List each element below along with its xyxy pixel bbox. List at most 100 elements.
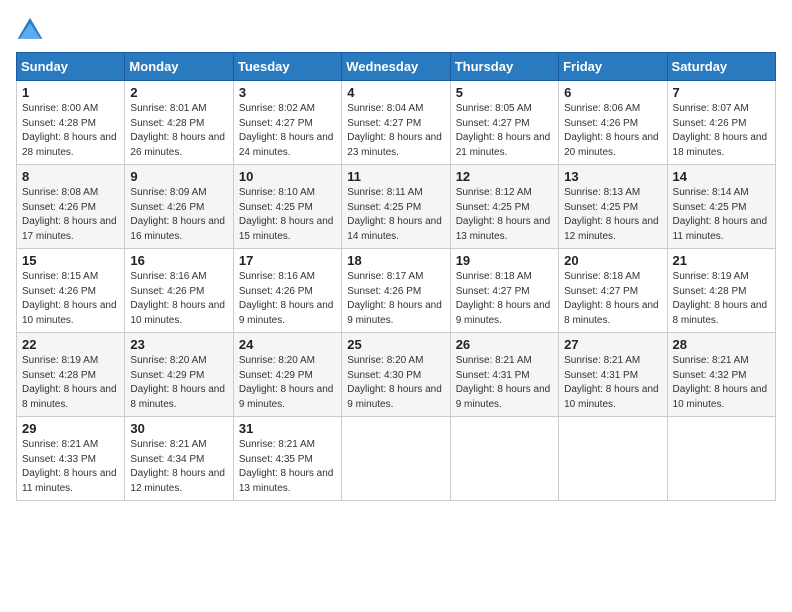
calendar-cell: 17Sunrise: 8:16 AMSunset: 4:26 PMDayligh… bbox=[233, 249, 341, 333]
calendar-header-wednesday: Wednesday bbox=[342, 53, 450, 81]
logo-icon bbox=[16, 16, 44, 44]
calendar-cell: 22 Sunrise: 8:19 AMSunset: 4:28 PMDayligh… bbox=[17, 333, 125, 417]
calendar-cell: 9 Sunrise: 8:09 AMSunset: 4:26 PMDaylight… bbox=[125, 165, 233, 249]
day-number: 22 bbox=[22, 337, 119, 352]
day-info: Sunrise: 8:15 AMSunset: 4:26 PMDaylight:… bbox=[22, 270, 119, 328]
calendar-cell: 12 Sunrise: 8:12 AMSunset: 4:25 PMDayligh… bbox=[450, 165, 558, 249]
day-info: Sunrise: 8:02 AMSunset: 4:27 PMDaylight:… bbox=[239, 102, 336, 160]
day-number: 24 bbox=[239, 337, 336, 352]
calendar-header-row: SundayMondayTuesdayWednesdayThursdayFrid… bbox=[17, 53, 776, 81]
calendar-week-row: 15 Sunrise: 8:15 AMSunset: 4:26 PMDayligh… bbox=[17, 249, 776, 333]
day-number: 18 bbox=[347, 253, 444, 268]
calendar-cell: 18 Sunrise: 8:17 AMSunset: 4:26 PMDayligh… bbox=[342, 249, 450, 333]
calendar-header-saturday: Saturday bbox=[667, 53, 775, 81]
day-number: 19 bbox=[456, 253, 553, 268]
calendar-cell bbox=[342, 417, 450, 501]
day-info: Sunrise: 8:18 AMSunset: 4:27 PMDaylight:… bbox=[564, 270, 661, 328]
day-number: 11 bbox=[347, 169, 444, 184]
day-info: Sunrise: 8:01 AMSunset: 4:28 PMDaylight:… bbox=[130, 102, 227, 160]
calendar-cell: 19 Sunrise: 8:18 AMSunset: 4:27 PMDayligh… bbox=[450, 249, 558, 333]
calendar-cell: 28 Sunrise: 8:21 AMSunset: 4:32 PMDayligh… bbox=[667, 333, 775, 417]
calendar-cell: 23 Sunrise: 8:20 AMSunset: 4:29 PMDayligh… bbox=[125, 333, 233, 417]
day-info: Sunrise: 8:17 AMSunset: 4:26 PMDaylight:… bbox=[347, 270, 444, 328]
day-info: Sunrise: 8:20 AMSunset: 4:29 PMDaylight:… bbox=[130, 354, 227, 412]
calendar-cell: 29 Sunrise: 8:21 AMSunset: 4:33 PMDayligh… bbox=[17, 417, 125, 501]
calendar-cell: 13 Sunrise: 8:13 AMSunset: 4:25 PMDayligh… bbox=[559, 165, 667, 249]
day-number: 13 bbox=[564, 169, 661, 184]
logo bbox=[16, 16, 48, 44]
day-number: 20 bbox=[564, 253, 661, 268]
day-info: Sunrise: 8:12 AMSunset: 4:25 PMDaylight:… bbox=[456, 186, 553, 244]
day-info: Sunrise: 8:20 AMSunset: 4:29 PMDaylight:… bbox=[239, 354, 336, 412]
calendar-week-row: 22 Sunrise: 8:19 AMSunset: 4:28 PMDayligh… bbox=[17, 333, 776, 417]
day-info: Sunrise: 8:19 AMSunset: 4:28 PMDaylight:… bbox=[22, 354, 119, 412]
day-number: 15 bbox=[22, 253, 119, 268]
day-info: Sunrise: 8:21 AMSunset: 4:35 PMDaylight:… bbox=[239, 438, 336, 496]
day-number: 10 bbox=[239, 169, 336, 184]
day-number: 4 bbox=[347, 85, 444, 100]
day-info: Sunrise: 8:04 AMSunset: 4:27 PMDaylight:… bbox=[347, 102, 444, 160]
day-number: 7 bbox=[673, 85, 770, 100]
calendar-header-tuesday: Tuesday bbox=[233, 53, 341, 81]
day-number: 6 bbox=[564, 85, 661, 100]
calendar-cell bbox=[450, 417, 558, 501]
day-info: Sunrise: 8:09 AMSunset: 4:26 PMDaylight:… bbox=[130, 186, 227, 244]
day-number: 2 bbox=[130, 85, 227, 100]
calendar-cell: 20 Sunrise: 8:18 AMSunset: 4:27 PMDayligh… bbox=[559, 249, 667, 333]
calendar-cell bbox=[559, 417, 667, 501]
calendar-cell: 21 Sunrise: 8:19 AMSunset: 4:28 PMDayligh… bbox=[667, 249, 775, 333]
day-info: Sunrise: 8:21 AMSunset: 4:31 PMDaylight:… bbox=[564, 354, 661, 412]
calendar-header-friday: Friday bbox=[559, 53, 667, 81]
day-number: 23 bbox=[130, 337, 227, 352]
day-number: 21 bbox=[673, 253, 770, 268]
calendar-cell: 27 Sunrise: 8:21 AMSunset: 4:31 PMDayligh… bbox=[559, 333, 667, 417]
day-info: Sunrise: 8:00 AMSunset: 4:28 PMDaylight:… bbox=[22, 102, 119, 160]
calendar-cell: 4 Sunrise: 8:04 AMSunset: 4:27 PMDaylight… bbox=[342, 81, 450, 165]
calendar-header-sunday: Sunday bbox=[17, 53, 125, 81]
calendar-cell: 11 Sunrise: 8:11 AMSunset: 4:25 PMDayligh… bbox=[342, 165, 450, 249]
calendar-cell: 31Sunrise: 8:21 AMSunset: 4:35 PMDayligh… bbox=[233, 417, 341, 501]
calendar-cell: 3 Sunrise: 8:02 AMSunset: 4:27 PMDaylight… bbox=[233, 81, 341, 165]
day-number: 1 bbox=[22, 85, 119, 100]
day-info: Sunrise: 8:05 AMSunset: 4:27 PMDaylight:… bbox=[456, 102, 553, 160]
day-info: Sunrise: 8:11 AMSunset: 4:25 PMDaylight:… bbox=[347, 186, 444, 244]
page-header bbox=[16, 16, 776, 44]
day-number: 8 bbox=[22, 169, 119, 184]
calendar-header-monday: Monday bbox=[125, 53, 233, 81]
day-info: Sunrise: 8:13 AMSunset: 4:25 PMDaylight:… bbox=[564, 186, 661, 244]
calendar-header-thursday: Thursday bbox=[450, 53, 558, 81]
day-info: Sunrise: 8:07 AMSunset: 4:26 PMDaylight:… bbox=[673, 102, 770, 160]
day-number: 9 bbox=[130, 169, 227, 184]
day-number: 16 bbox=[130, 253, 227, 268]
calendar-week-row: 29 Sunrise: 8:21 AMSunset: 4:33 PMDayligh… bbox=[17, 417, 776, 501]
calendar-cell: 25 Sunrise: 8:20 AMSunset: 4:30 PMDayligh… bbox=[342, 333, 450, 417]
calendar-cell: 1 Sunrise: 8:00 AMSunset: 4:28 PMDaylight… bbox=[17, 81, 125, 165]
day-info: Sunrise: 8:20 AMSunset: 4:30 PMDaylight:… bbox=[347, 354, 444, 412]
calendar-cell: 15 Sunrise: 8:15 AMSunset: 4:26 PMDayligh… bbox=[17, 249, 125, 333]
day-info: Sunrise: 8:18 AMSunset: 4:27 PMDaylight:… bbox=[456, 270, 553, 328]
day-number: 14 bbox=[673, 169, 770, 184]
day-number: 12 bbox=[456, 169, 553, 184]
day-info: Sunrise: 8:19 AMSunset: 4:28 PMDaylight:… bbox=[673, 270, 770, 328]
day-number: 28 bbox=[673, 337, 770, 352]
calendar-cell: 24 Sunrise: 8:20 AMSunset: 4:29 PMDayligh… bbox=[233, 333, 341, 417]
day-number: 26 bbox=[456, 337, 553, 352]
day-info: Sunrise: 8:21 AMSunset: 4:31 PMDaylight:… bbox=[456, 354, 553, 412]
day-info: Sunrise: 8:14 AMSunset: 4:25 PMDaylight:… bbox=[673, 186, 770, 244]
day-number: 30 bbox=[130, 421, 227, 436]
calendar-cell: 10 Sunrise: 8:10 AMSunset: 4:25 PMDayligh… bbox=[233, 165, 341, 249]
day-number: 25 bbox=[347, 337, 444, 352]
day-info: Sunrise: 8:21 AMSunset: 4:32 PMDaylight:… bbox=[673, 354, 770, 412]
calendar-week-row: 1 Sunrise: 8:00 AMSunset: 4:28 PMDaylight… bbox=[17, 81, 776, 165]
day-info: Sunrise: 8:21 AMSunset: 4:34 PMDaylight:… bbox=[130, 438, 227, 496]
calendar-cell bbox=[667, 417, 775, 501]
day-number: 29 bbox=[22, 421, 119, 436]
day-info: Sunrise: 8:21 AMSunset: 4:33 PMDaylight:… bbox=[22, 438, 119, 496]
day-info: Sunrise: 8:08 AMSunset: 4:26 PMDaylight:… bbox=[22, 186, 119, 244]
calendar-cell: 30 Sunrise: 8:21 AMSunset: 4:34 PMDayligh… bbox=[125, 417, 233, 501]
day-number: 27 bbox=[564, 337, 661, 352]
day-info: Sunrise: 8:10 AMSunset: 4:25 PMDaylight:… bbox=[239, 186, 336, 244]
calendar-cell: 26 Sunrise: 8:21 AMSunset: 4:31 PMDayligh… bbox=[450, 333, 558, 417]
calendar-cell: 8 Sunrise: 8:08 AMSunset: 4:26 PMDaylight… bbox=[17, 165, 125, 249]
day-number: 3 bbox=[239, 85, 336, 100]
